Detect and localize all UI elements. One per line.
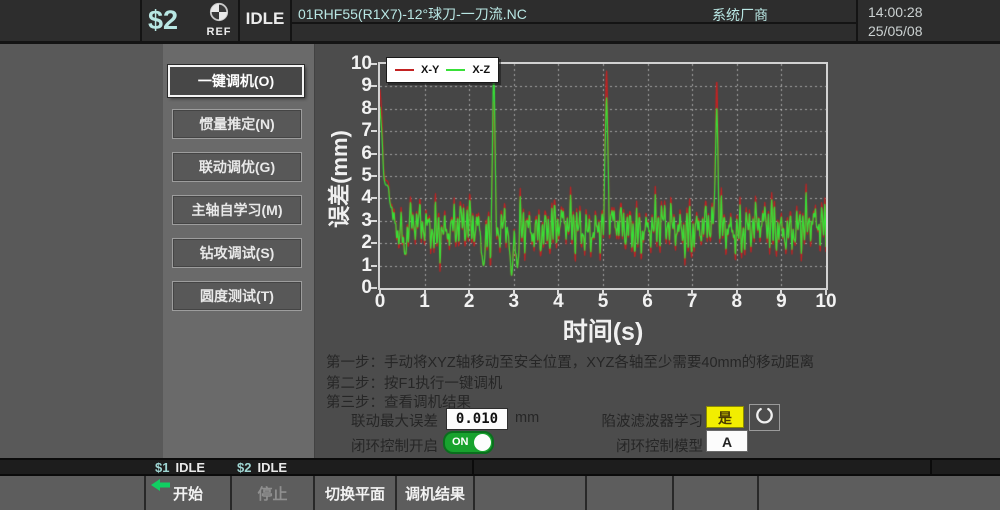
clock-time: 14:00:28 [868,4,923,20]
notch-filter-refresh-button[interactable] [749,404,780,431]
channel-label: $2 [148,5,178,36]
ref-icon [209,9,229,26]
softkey-empty [672,476,757,510]
x-axis-title: 时间(s) [378,312,828,348]
clock-date: 25/05/08 [868,23,923,39]
y-tick-label: 2 [328,232,372,254]
program-name: 01RHF55(R1X7)-12°球刀-一刀流.NC [298,4,527,24]
x-tick-mark [602,290,604,295]
menu-linkage-tuning[interactable]: 联动调优(G) [172,152,302,182]
softkey-stop[interactable]: 停止 [230,476,313,510]
y-tick-mark [371,287,377,289]
refresh-icon [755,406,774,430]
x-tick-mark [647,290,649,295]
x-tick-mark [424,290,426,295]
notch-filter-value[interactable]: 是 [706,406,744,428]
x-tick-mark [557,290,559,295]
channel2-id: $2 [237,460,251,475]
y-tick-mark [371,265,377,267]
softkey-empty [585,476,672,510]
legend-label-xy: X-Y [421,64,439,76]
legend-label-xz: X-Z [472,64,490,76]
legend-swatch-xy [395,69,414,71]
program-underline [292,22,856,24]
closed-loop-label: 闭环控制开启 [351,435,438,456]
error-chart-canvas [380,64,826,288]
y-tick-mark [371,175,377,177]
instruction-step-2: 第二步：按F1执行一键调机 [326,372,502,393]
menu-roundness-test[interactable]: 圆度测试(T) [172,281,302,311]
channel2-status: $2 IDLE [237,460,287,475]
x-tick-mark [513,290,515,295]
header-divider [856,0,858,41]
header-bar: $2 REF IDLE 01RHF55(R1X7)-12°球刀-一刀流.NC 系… [0,0,1000,44]
max-error-input[interactable]: 0.010 [446,408,508,430]
y-tick-mark [371,242,377,244]
x-tick-mark [736,290,738,295]
legend-swatch-xz [446,69,465,71]
channel1-state: IDLE [175,460,205,475]
y-tick-mark [371,153,377,155]
y-tick-label: 6 [328,143,372,165]
menu-spindle-self-learn[interactable]: 主轴自学习(M) [172,195,302,225]
softkey-empty [0,476,144,510]
softkey-empty [757,476,1000,510]
x-tick-mark [825,290,827,295]
header-divider [140,0,142,41]
left-margin-panel [0,44,163,458]
channel2-state: IDLE [257,460,287,475]
y-tick-mark [371,63,377,65]
y-tick-label: 7 [328,120,372,142]
y-tick-label: 5 [328,165,372,187]
status-divider [472,460,474,474]
softkey-bar: 开始 停止 切换平面 调机结果 [0,476,1000,510]
notch-filter-label: 陷波滤波器学习 [602,410,704,431]
x-tick-mark [468,290,470,295]
softkey-empty [473,476,585,510]
active-softkey-arrow-icon [151,478,170,496]
max-error-unit: mm [515,410,539,426]
ref-indicator: REF [200,2,238,37]
y-tick-mark [371,108,377,110]
channel1-id: $1 [155,460,169,475]
y-tick-mark [371,85,377,87]
y-tick-mark [371,130,377,132]
y-tick-label: 0 [328,277,372,299]
status-divider [930,460,932,474]
y-tick-label: 1 [328,255,372,277]
closed-loop-toggle[interactable]: ON [443,431,494,454]
cnc-tuning-screen: $2 REF IDLE 01RHF55(R1X7)-12°球刀-一刀流.NC 系… [0,0,1000,510]
toggle-on-text: ON [452,436,469,448]
machine-mode: IDLE [240,9,290,29]
x-tick-mark [379,290,381,295]
loop-model-label: 闭环控制模型 [616,435,703,456]
chart-legend: X-Y X-Z [386,57,499,83]
channel-status-bar: $1 IDLE $2 IDLE [0,458,1000,476]
loop-model-value[interactable]: A [706,430,748,452]
y-tick-label: 8 [328,98,372,120]
max-error-label: 联动最大误差 [351,410,438,431]
header-divider [290,0,292,41]
y-tick-label: 3 [328,210,372,232]
y-tick-label: 9 [328,75,372,97]
channel1-status: $1 IDLE [155,460,205,475]
menu-inertia-estimation[interactable]: 惯量推定(N) [172,109,302,139]
instruction-step-1: 第一步：手动将XYZ轴移动至安全位置，XYZ各轴至少需要40mm的移动距离 [326,351,814,372]
menu-drill-tap-debug[interactable]: 钻攻调试(S) [172,238,302,268]
softkey-switch-plane[interactable]: 切换平面 [313,476,395,510]
x-tick-mark [691,290,693,295]
y-tick-mark [371,197,377,199]
softkey-tuning-result[interactable]: 调机结果 [395,476,473,510]
y-tick-label: 4 [328,187,372,209]
ref-label: REF [200,27,238,37]
y-tick-mark [371,220,377,222]
toggle-knob [474,434,491,451]
y-tick-label: 10 [328,53,372,75]
x-tick-mark [780,290,782,295]
menu-one-key-tuning[interactable]: 一键调机(O) [168,65,304,97]
